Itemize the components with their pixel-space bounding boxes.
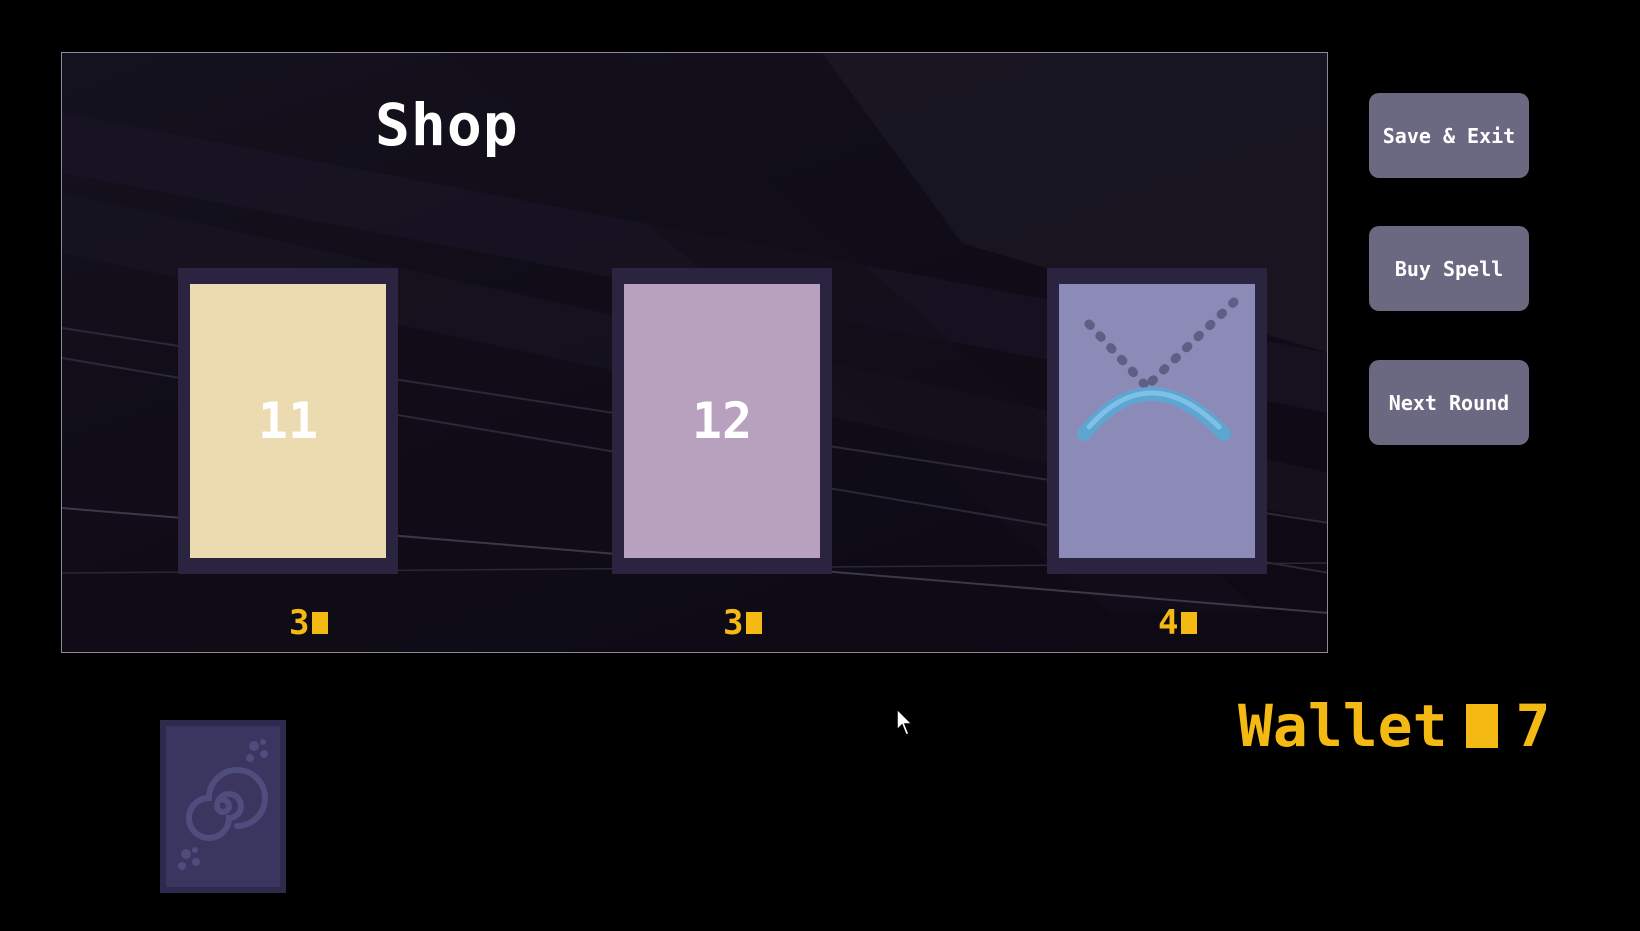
price-value: 3 (723, 603, 744, 643)
coin-icon (312, 612, 329, 634)
card-price-3: 4 (1158, 603, 1198, 643)
coin-icon (746, 612, 763, 634)
shop-card-3[interactable] (1047, 268, 1267, 574)
rainbow-arc-icon (1077, 297, 1239, 441)
wallet-display: Wallet 7 (1238, 692, 1550, 760)
card-face: 12 (624, 284, 820, 558)
save-exit-button[interactable]: Save & Exit (1369, 93, 1529, 178)
coin-icon (1465, 704, 1498, 748)
card-face: 11 (190, 284, 386, 558)
next-round-button[interactable]: Next Round (1369, 360, 1529, 445)
spell-deck[interactable] (160, 720, 286, 893)
wallet-amount: 7 (1515, 692, 1551, 760)
buy-spell-button[interactable]: Buy Spell (1369, 226, 1529, 311)
wallet-label: Wallet (1238, 692, 1448, 760)
card-price-1: 3 (289, 603, 329, 643)
shop-title: Shop (375, 91, 519, 159)
card-label: 11 (257, 392, 319, 450)
spiral-deck-icon (178, 739, 268, 870)
card-face (1059, 284, 1255, 558)
shop-card-2[interactable]: 12 (612, 268, 832, 574)
price-value: 3 (289, 603, 310, 643)
card-label: 12 (691, 392, 753, 450)
coin-icon (1181, 612, 1198, 634)
shop-card-1[interactable]: 11 (178, 268, 398, 574)
shop-panel: Shop 11 12 3 3 4 (61, 52, 1328, 653)
price-value: 4 (1158, 603, 1179, 643)
card-price-2: 3 (723, 603, 763, 643)
mouse-cursor-icon (896, 708, 914, 736)
